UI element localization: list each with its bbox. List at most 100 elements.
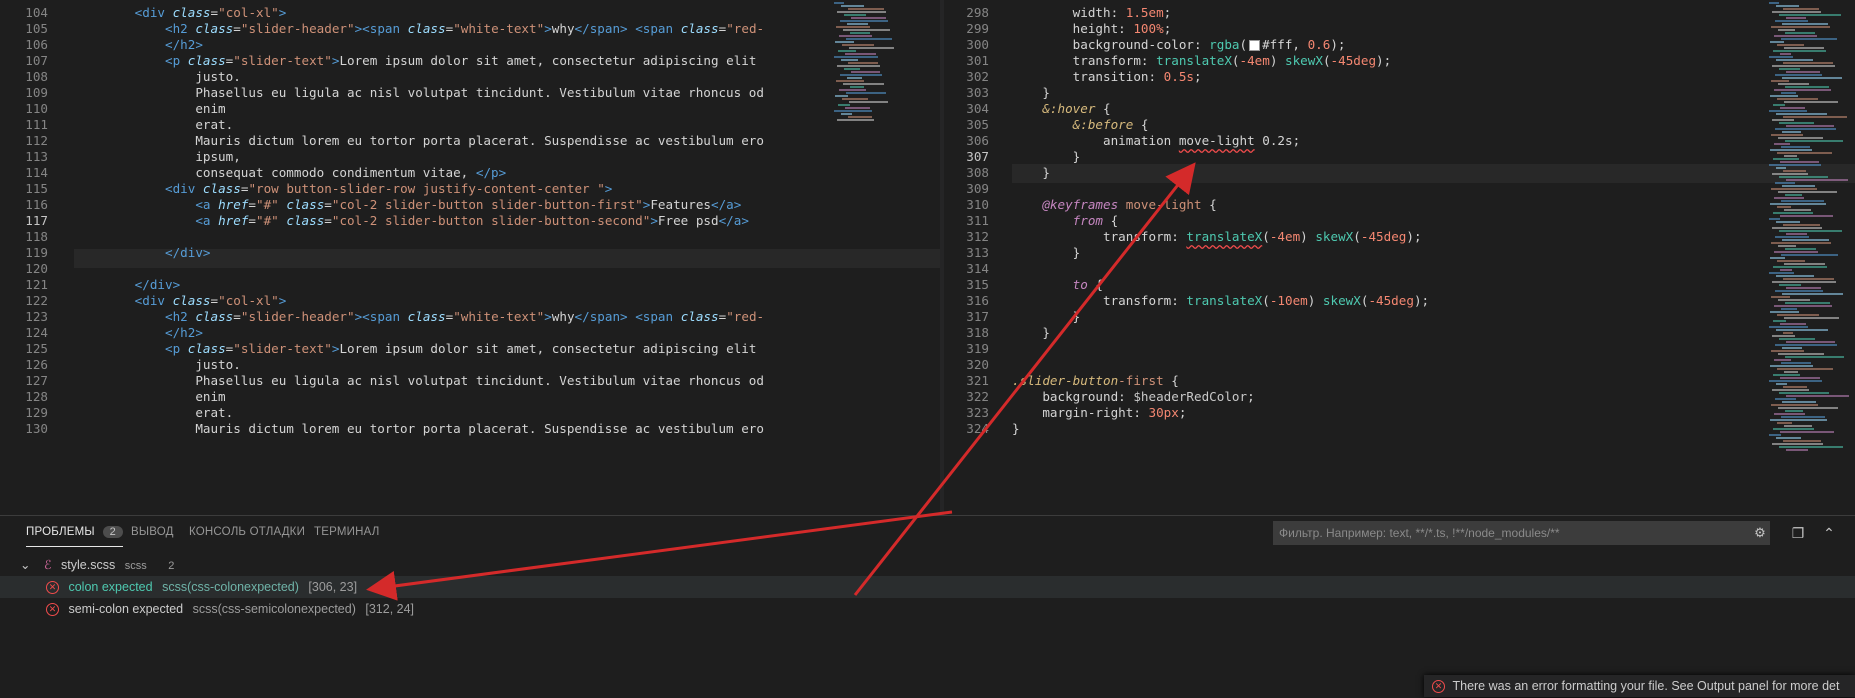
code-token: 0.2s; [1254,133,1301,148]
code-token: "col-2 slider-button slider-button-secon… [331,213,651,228]
filter-settings-icon[interactable]: ⚙ [1751,524,1769,542]
tab-debug-console[interactable]: КОНСОЛЬ ОТЛАДКИ [189,526,305,538]
minimap-line [1773,104,1785,106]
code-line[interactable]: margin-right: 30px; [1012,403,1186,422]
minimap-line [847,23,868,25]
minimap-line [1783,116,1847,118]
minimap[interactable] [830,0,940,515]
code-token: ; [1247,389,1255,404]
minimap-line [1782,131,1801,133]
minimap-line [840,74,882,76]
minimap-line [1770,41,1784,43]
code-token: transition: [1072,69,1164,84]
line-number: 324 [966,421,989,436]
tab-output[interactable]: ВЫВОД [131,526,174,538]
minimap-line [1786,287,1821,289]
minimap-line [1777,260,1805,262]
minimap-line [1772,65,1835,67]
minimap-line [1777,98,1818,100]
html-editor-pane[interactable]: 104 105 106 107 108 109 110 111 112 113 114 115 116 1… [0,0,940,515]
minimap-line [1776,5,1799,7]
restore-panel-icon[interactable]: ❐ [1789,524,1807,542]
minimap-line [849,47,894,49]
minimap-line [1770,311,1799,313]
minimap-line [1778,245,1796,247]
minimap-line [1780,107,1805,109]
code-token: } [1012,85,1050,100]
tab-terminal[interactable]: ТЕРМИНАЛ [314,526,379,538]
code-line[interactable]: } [1012,419,1020,438]
minimap-line [1777,206,1791,208]
minimap-line [838,104,850,106]
minimap-line [1778,353,1824,355]
minimap-line [1781,146,1810,148]
minimap-line [1776,167,1786,169]
code-line[interactable]: } [1012,243,1081,262]
code-token: skewX [1285,53,1323,68]
minimap-line [1776,275,1814,277]
code-token: animation [1103,133,1179,148]
code-line[interactable]: Mauris dictum lorem eu tortor porta plac… [74,419,764,438]
minimap-line [1777,44,1804,46]
chevron-up-icon[interactable]: ⌃ [1820,524,1838,542]
code-token: skewX [1322,293,1361,308]
minimap-line [1774,305,1832,307]
minimap-line [1781,38,1837,40]
minimap-line [1780,269,1792,271]
code-token: enim [74,389,226,404]
code-line[interactable]: } [1012,323,1050,342]
notification-message: There was an error formatting your file.… [1452,679,1840,693]
error-icon: ✕ [1432,680,1445,694]
problems-filter-input[interactable]: Фильтр. Например: text, **/*.ts, !**/nod… [1273,521,1770,545]
code-token: > [278,5,287,20]
code-line[interactable]: <a href="#" class="col-2 slider-button s… [74,211,749,230]
minimap-line [1777,314,1819,316]
current-line-highlight [1012,164,1855,183]
problem-message: semi-colon expected [68,602,184,616]
minimap-line [1771,296,1790,298]
code-token: "slider-header" [240,309,355,324]
code-token: ); [1413,293,1430,308]
minimap-line [1781,416,1825,418]
code-token: { [1201,197,1217,212]
minimap-line [1783,332,1793,334]
minimap-line [1786,17,1806,19]
minimap-line [1770,203,1826,205]
minimap-line [841,5,864,7]
code-token: <div [165,181,203,196]
minimap[interactable] [1765,0,1855,515]
minimap-line [1781,200,1824,202]
minimap-line [1778,83,1809,85]
code-token: ); [1406,229,1422,244]
minimap-line [1775,128,1836,130]
minimap-line [1785,194,1802,196]
minimap-line [1773,158,1799,160]
error-notification[interactable]: ✕ There was an error formatting your fil… [1424,675,1855,697]
tab-problems[interactable]: ПРОБЛЕМЫ 2 [26,526,123,547]
minimap-line [844,68,860,70]
code-line[interactable]: } [1012,163,1050,182]
code-token: </a> [718,213,749,228]
minimap-line [1774,359,1791,361]
minimap-line [1784,317,1839,319]
minimap-line [1774,89,1831,91]
code-token: "#" [256,213,279,228]
code-token: ); [1376,53,1392,68]
minimap-line [1780,323,1806,325]
code-token: </span> <span [574,21,681,36]
minimap-line [1773,212,1813,214]
problem-item[interactable]: ✕ colon expected scss(css-colonexpected)… [0,576,1855,598]
minimap-line [836,80,864,82]
problem-item[interactable]: ✕ semi-colon expected scss(css-semicolon… [0,598,414,620]
minimap-line [1771,80,1789,82]
code-line[interactable]: </div> [74,243,211,262]
code-token: class [187,341,226,356]
scss-editor-pane[interactable]: 298 299 300 301 302 303 304 305 306 307 308 309 310 3… [944,0,1855,515]
code-token: class [407,309,446,324]
problems-file-row[interactable]: ⌄ ℰ style.scss scss 2 [20,554,174,576]
code-token: "white-text" [453,309,545,324]
minimap-line [1780,161,1819,163]
code-token: to [1072,277,1088,292]
